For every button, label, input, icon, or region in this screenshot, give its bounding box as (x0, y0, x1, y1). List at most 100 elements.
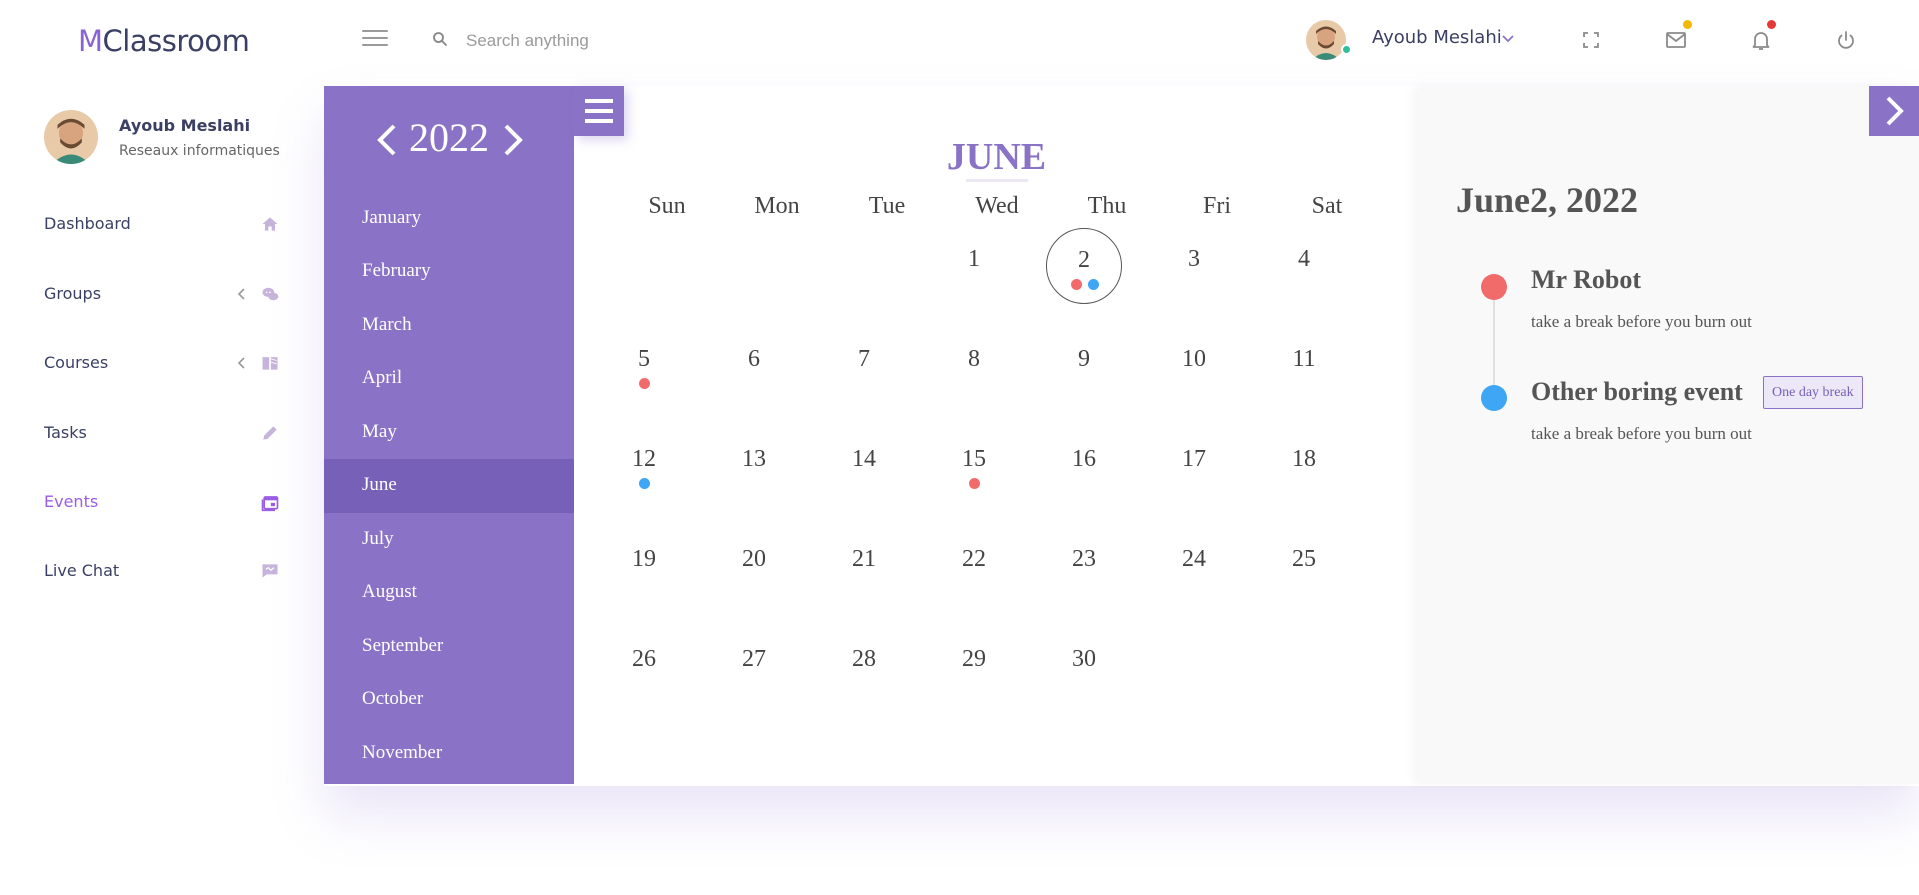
day-number: 17 (1182, 446, 1206, 472)
calendar-day[interactable]: 14 (826, 428, 902, 504)
events-date-heading: June2, 2022 (1456, 180, 1639, 220)
calendar-day[interactable]: 20 (716, 528, 792, 604)
calendar-day[interactable]: 15 (936, 428, 1012, 504)
weekday-header: Wed (975, 193, 1019, 219)
mail-icon[interactable] (1664, 28, 1688, 52)
month-item-april[interactable]: April (324, 352, 574, 406)
calendar-day[interactable]: 22 (936, 528, 1012, 604)
month-item-september[interactable]: September (324, 620, 574, 674)
events-panel-toggle-button[interactable] (1869, 86, 1919, 136)
calendar-day[interactable]: 17 (1156, 428, 1232, 504)
calendar-day[interactable]: 19 (606, 528, 682, 604)
month-label: August (362, 581, 417, 602)
sidebar-item-label: Tasks (44, 423, 87, 442)
calendar-day[interactable]: 10 (1156, 328, 1232, 404)
header-username[interactable]: Ayoub Meslahi (1372, 27, 1502, 48)
event-dot (1071, 279, 1082, 290)
chevron-right-icon[interactable] (500, 122, 526, 158)
month-label: June (362, 474, 397, 495)
fullscreen-icon[interactable] (1579, 28, 1603, 52)
user-avatar[interactable] (1306, 20, 1346, 60)
month-item-march[interactable]: March (324, 299, 574, 353)
profile-role: Reseaux informatiques (119, 143, 280, 159)
calendar-day[interactable]: 26 (606, 628, 682, 704)
bell-icon[interactable] (1749, 28, 1773, 52)
calendar-day[interactable]: 8 (936, 328, 1012, 404)
chevron-down-icon[interactable] (1501, 34, 1515, 44)
search-input[interactable] (466, 26, 766, 56)
calendar-day[interactable]: 24 (1156, 528, 1232, 604)
calendar-day[interactable]: 6 (716, 328, 792, 404)
month-item-february[interactable]: February (324, 245, 574, 299)
month-panel-toggle-button[interactable] (574, 86, 624, 136)
day-number: 10 (1182, 346, 1206, 372)
sidebar-item-label: Events (44, 492, 99, 511)
event-marker (1481, 274, 1507, 300)
calendar-day[interactable]: 4 (1266, 228, 1342, 304)
calendar-day[interactable]: 7 (826, 328, 902, 404)
sidebar-item-groups[interactable]: Groups (44, 274, 280, 314)
calendar-day[interactable]: 25 (1266, 528, 1342, 604)
calendar-day[interactable]: 1 (936, 228, 1012, 304)
day-number: 11 (1292, 346, 1316, 372)
month-label: October (362, 688, 424, 709)
day-number: 21 (852, 546, 876, 572)
day-number: 2 (1078, 247, 1090, 273)
month-label: March (362, 314, 412, 335)
month-item-may[interactable]: May (324, 406, 574, 460)
power-icon[interactable] (1834, 28, 1858, 52)
month-item-august[interactable]: August (324, 566, 574, 620)
month-item-july[interactable]: July (324, 513, 574, 567)
calendar-day[interactable]: 13 (716, 428, 792, 504)
online-status-dot (1341, 44, 1352, 55)
event-description: take a break before you burn out (1531, 424, 1752, 443)
logo-letter: M (78, 24, 103, 58)
event-title[interactable]: Other boring event (1531, 377, 1743, 407)
calendar-day[interactable]: 12 (606, 428, 682, 504)
calendar-day[interactable]: 29 (936, 628, 1012, 704)
sidebar-item-label: Live Chat (44, 561, 120, 580)
event-title[interactable]: Mr Robot (1531, 265, 1641, 295)
month-item-january[interactable]: January (324, 192, 574, 246)
calendar-day[interactable]: 2 (1046, 228, 1122, 304)
day-number: 3 (1188, 246, 1200, 272)
month-label: April (362, 367, 403, 388)
mail-badge (1683, 20, 1692, 29)
month-item-june[interactable]: June (324, 459, 574, 513)
chevron-left-icon[interactable] (374, 122, 400, 158)
calendar-day[interactable]: 27 (716, 628, 792, 704)
day-number: 20 (742, 546, 766, 572)
calendar-day[interactable]: 23 (1046, 528, 1122, 604)
sidebar-item-dashboard[interactable]: Dashboard (44, 204, 280, 244)
calendar-grid: JUNE Sun Mon Tue Wed Thu Fri Sat 1234567… (574, 86, 1419, 784)
calendar-day[interactable]: 18 (1266, 428, 1342, 504)
sidebar-item-courses[interactable]: Courses (44, 343, 280, 383)
calendar-day[interactable]: 21 (826, 528, 902, 604)
calendar-day[interactable]: 11 (1266, 328, 1342, 404)
calendar-day[interactable]: 30 (1046, 628, 1122, 704)
day-number: 13 (742, 446, 766, 472)
book-icon (262, 357, 278, 370)
sidebar-item-live-chat[interactable]: Live Chat (44, 551, 280, 591)
calendar-day[interactable]: 3 (1156, 228, 1232, 304)
profile-avatar[interactable] (44, 110, 98, 164)
sidebar-item-tasks[interactable]: Tasks (44, 413, 280, 453)
message-icon (262, 564, 278, 578)
month-label: November (362, 742, 443, 763)
year-label: 2022 (409, 115, 489, 160)
app-logo[interactable]: MClassroom (78, 24, 250, 58)
menu-icon[interactable] (362, 30, 388, 50)
day-number: 26 (632, 646, 656, 672)
calendar-day[interactable]: 16 (1046, 428, 1122, 504)
calendar-day[interactable]: 9 (1046, 328, 1122, 404)
calendar-day[interactable]: 5 (606, 328, 682, 404)
day-number: 24 (1182, 546, 1206, 572)
event-dots (606, 378, 682, 389)
month-item-october[interactable]: October (324, 673, 574, 727)
search-icon (433, 32, 447, 46)
sidebar-item-events[interactable]: Events (44, 482, 280, 522)
calendar-day[interactable]: 28 (826, 628, 902, 704)
month-item-november[interactable]: November (324, 727, 574, 781)
day-number: 7 (858, 346, 870, 372)
event-dots (606, 478, 682, 489)
